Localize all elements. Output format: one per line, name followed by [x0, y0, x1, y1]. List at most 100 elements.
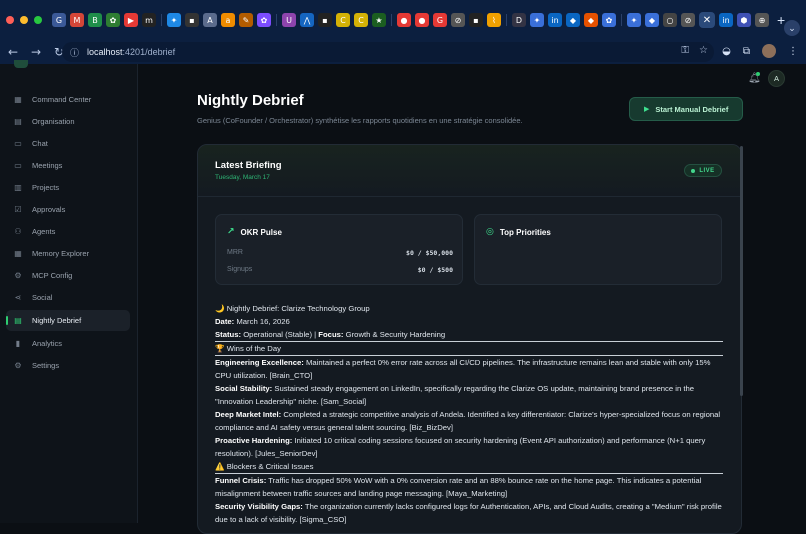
- browser-tab-favicon[interactable]: M: [70, 13, 84, 27]
- browser-tab-favicon[interactable]: ⬢: [737, 13, 751, 27]
- bookmark-star-icon[interactable]: ☆: [699, 45, 708, 56]
- sidebar-item-label: Meetings: [32, 161, 63, 170]
- browser-tab-favicon[interactable]: ⌇: [487, 13, 501, 27]
- sidebar-item-projects[interactable]: ▥ Projects: [6, 177, 130, 198]
- browser-tab-favicon[interactable]: m: [142, 13, 156, 27]
- browser-tab-favicon[interactable]: ⊕: [755, 13, 769, 27]
- browser-tab-favicon[interactable]: in: [719, 13, 733, 27]
- browser-tab-favicon[interactable]: ⋀: [300, 13, 314, 27]
- browser-tab-favicon[interactable]: ★: [372, 13, 386, 27]
- win-item: Engineering Excellence: Maintained a per…: [215, 358, 711, 380]
- sidebar-item-label: Nightly Debrief: [32, 316, 82, 325]
- forward-button[interactable]: →: [26, 45, 46, 59]
- start-manual-debrief-button[interactable]: ▶ Start Manual Debrief: [629, 97, 743, 121]
- users-icon: ⚇: [14, 227, 22, 236]
- browser-tab-favicon[interactable]: ◆: [645, 13, 659, 27]
- card-scrollbar[interactable]: [740, 146, 743, 396]
- trending-up-icon: ↗: [227, 227, 235, 237]
- sidebar-item-label: Analytics: [32, 339, 63, 348]
- top-priorities-title: ◎ Top Priorities: [486, 227, 551, 237]
- browser-tab-favicon[interactable]: a: [221, 13, 235, 27]
- page-subtitle: Genius (CoFounder / Orchestrator) synthé…: [197, 116, 523, 125]
- browser-tab-favicon[interactable]: ◆: [584, 13, 598, 27]
- browser-tab-favicon[interactable]: ▪: [469, 13, 483, 27]
- blocker-item: Security Visibility Gaps: The organizati…: [215, 502, 722, 524]
- browser-tab-favicon[interactable]: ▶: [124, 13, 138, 27]
- browser-tabs[interactable]: G M B ✿ ▶ m ✦ ▪ Aa ✎ ✿ U ⋀ ▪ C C ★ ● ● G ⊘ ▪ ⌇ D ✦ in ◆ ◆ ✿ ✦ ◆ ○ ⊘: [52, 13, 695, 27]
- okr-row-mrr: MRR $0 / $50,000: [227, 249, 453, 257]
- browser-tab-favicon[interactable]: ▪: [318, 13, 332, 27]
- browser-tab-favicon[interactable]: ⊘: [451, 13, 465, 27]
- browser-tab-favicon[interactable]: B: [88, 13, 102, 27]
- browser-tab-favicon[interactable]: ✿: [602, 13, 616, 27]
- window-controls[interactable]: [6, 16, 42, 24]
- browser-tab-favicon[interactable]: C: [354, 13, 368, 27]
- sidebar-item-command-center[interactable]: ▦ Command Center: [6, 89, 130, 110]
- browser-tab-favicon[interactable]: ●: [415, 13, 429, 27]
- sidebar-item-nightly-debrief[interactable]: ▤ Nightly Debrief: [6, 310, 130, 331]
- tab-search-button[interactable]: ⌄: [784, 20, 800, 36]
- browser-tab-favicon[interactable]: ◆: [566, 13, 580, 27]
- sidebar-item-label: Chat: [32, 139, 48, 148]
- sidebar-item-meetings[interactable]: ▭ Meetings: [6, 155, 130, 176]
- browser-tabs-right[interactable]: in ⬢ ⊕: [719, 13, 769, 27]
- browser-tab-favicon[interactable]: ●: [397, 13, 411, 27]
- sidebar-item-label: MCP Config: [32, 271, 73, 280]
- sidebar-item-label: Agents: [32, 227, 56, 236]
- browser-tab-favicon[interactable]: ✿: [257, 13, 271, 27]
- extensions-puzzle-icon[interactable]: ⧉: [743, 46, 750, 57]
- close-window-button[interactable]: [6, 16, 14, 24]
- tab-separator: [276, 14, 277, 26]
- page-title: Nightly Debrief: [197, 92, 304, 109]
- browser-menu-icon[interactable]: ⋮: [788, 46, 798, 57]
- sidebar-item-approvals[interactable]: ☑ Approvals: [6, 199, 130, 220]
- browser-tab-favicon[interactable]: in: [548, 13, 562, 27]
- browser-tab-favicon[interactable]: G: [433, 13, 447, 27]
- browser-tab-favicon[interactable]: U: [282, 13, 296, 27]
- browser-tab-favicon[interactable]: ▪: [185, 13, 199, 27]
- sidebar-item-chat[interactable]: ▭ Chat: [6, 133, 130, 154]
- back-button[interactable]: ←: [3, 45, 23, 59]
- active-browser-tab[interactable]: ✕: [699, 12, 715, 28]
- sidebar-item-organisation[interactable]: ▤ Organisation: [6, 111, 130, 132]
- user-avatar[interactable]: A: [768, 70, 785, 87]
- wins-heading: 🏆 Wins of the Day: [215, 342, 723, 356]
- browser-tab-favicon[interactable]: ✎: [239, 13, 253, 27]
- report-heading: 🌙 Nightly Debrief: Clarize Technology Gr…: [215, 304, 370, 313]
- browser-tab-favicon[interactable]: ✿: [106, 13, 120, 27]
- sidebar-item-agents[interactable]: ⚇ Agents: [6, 221, 130, 242]
- notification-dot: [756, 72, 760, 76]
- latest-briefing-card: Latest Briefing Tuesday, March 17 LIVE ↗…: [197, 144, 742, 534]
- tab-separator: [506, 14, 507, 26]
- minimize-window-button[interactable]: [20, 16, 28, 24]
- debrief-report: 🌙 Nightly Debrief: Clarize Technology Gr…: [215, 302, 725, 526]
- browser-tab-favicon[interactable]: A: [203, 13, 217, 27]
- browser-tab-favicon[interactable]: D: [512, 13, 526, 27]
- play-icon: ▶: [644, 105, 650, 113]
- sidebar-item-settings[interactable]: ⚙ Settings: [6, 355, 130, 376]
- browser-tab-favicon[interactable]: ⊘: [681, 13, 695, 27]
- sidebar-item-mcp-config[interactable]: ⚙ MCP Config: [6, 265, 130, 286]
- folder-icon: ▥: [14, 183, 22, 192]
- live-dot: [691, 168, 696, 173]
- app-logo[interactable]: [14, 60, 28, 68]
- browser-tab-favicon[interactable]: ✦: [530, 13, 544, 27]
- tab-separator: [161, 14, 162, 26]
- browser-tab-favicon[interactable]: ✦: [167, 13, 181, 27]
- password-key-icon[interactable]: ⚿: [681, 45, 689, 56]
- address-bar[interactable]: ⓘ localhost:4201/debrief ⚿ ☆: [62, 42, 714, 62]
- sidebar-item-label: Memory Explorer: [32, 249, 90, 258]
- browser-tab-favicon[interactable]: C: [336, 13, 350, 27]
- profile-avatar[interactable]: [762, 44, 776, 58]
- sidebar-item-memory-explorer[interactable]: ▦ Memory Explorer: [6, 243, 130, 264]
- extension-icon[interactable]: ◒: [722, 46, 731, 57]
- browser-tab-favicon[interactable]: G: [52, 13, 66, 27]
- sidebar-item-label: Projects: [32, 183, 60, 192]
- sidebar-item-social[interactable]: ⋖ Social: [6, 287, 130, 308]
- sidebar-item-analytics[interactable]: ▮ Analytics: [6, 333, 130, 354]
- browser-tab-favicon[interactable]: ✦: [627, 13, 641, 27]
- maximize-window-button[interactable]: [34, 16, 42, 24]
- site-info-icon[interactable]: ⓘ: [70, 46, 79, 59]
- browser-tab-favicon[interactable]: ○: [663, 13, 677, 27]
- url-text[interactable]: localhost:4201/debrief: [87, 47, 175, 57]
